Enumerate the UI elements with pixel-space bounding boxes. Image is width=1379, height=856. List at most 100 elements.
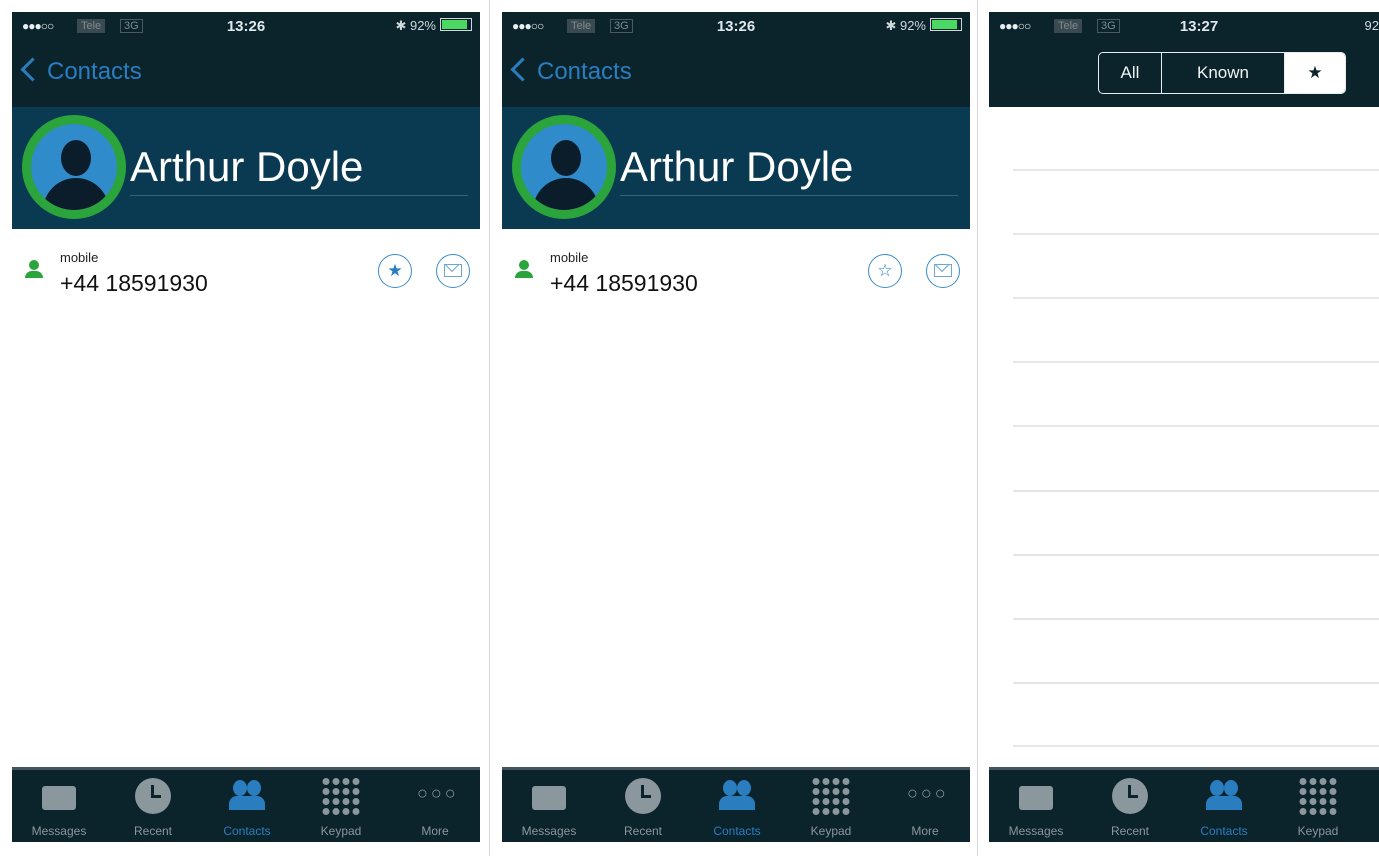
envelope-icon: [444, 264, 462, 277]
envelope-icon: [532, 786, 566, 810]
tab-contacts[interactable]: Contacts: [1177, 770, 1271, 842]
person-icon: [24, 260, 44, 280]
screen-favorite-on: ●●●○○ Tele 3G 13:26 ✱ 92% Contacts Arthu…: [0, 0, 490, 856]
envelope-icon: [42, 786, 76, 810]
tab-recent[interactable]: Recent: [1083, 770, 1177, 842]
envelope-icon: [1019, 786, 1053, 810]
envelope-icon: [934, 264, 952, 277]
list-separator: [1013, 745, 1379, 747]
back-button[interactable]: Contacts: [510, 57, 632, 86]
tab-recent[interactable]: Recent: [596, 770, 690, 842]
contacts-icon: [719, 778, 755, 814]
nav-bar: ●●●○○ Tele 3G 13:26 ✱ 92% Contacts: [502, 12, 970, 107]
more-icon: ○○○: [907, 783, 949, 803]
name-underline: [620, 195, 958, 196]
phone-screen: ●●●○○ Tele 3G 13:27 92 All Known ★ Messa…: [989, 12, 1379, 842]
list-separator: [1013, 490, 1379, 492]
person-icon: [514, 260, 534, 280]
tab-messages[interactable]: Messages: [989, 770, 1083, 842]
phone-screen: ●●●○○ Tele 3G 13:26 ✱ 92% Contacts Arthu…: [12, 12, 480, 842]
filter-all[interactable]: All: [1099, 53, 1162, 93]
tab-label: Recent: [133, 824, 173, 838]
tab-messages[interactable]: Messages: [12, 770, 106, 842]
battery-percent: 92: [1364, 18, 1379, 33]
tab-label: Messages: [1008, 824, 1064, 838]
screen-favorite-off: ●●●○○ Tele 3G 13:26 ✱ 92% Contacts Arthu…: [490, 0, 978, 856]
list-separator: [1013, 169, 1379, 171]
tab-more[interactable]: ○○○ More: [388, 770, 480, 842]
nav-bar: ●●●○○ Tele 3G 13:27 92 All Known ★: [989, 12, 1379, 107]
tab-messages[interactable]: Messages: [502, 770, 596, 842]
tab-more[interactable]: ○○○ More: [878, 770, 970, 842]
list-separator: [1013, 425, 1379, 427]
tab-label: More: [421, 824, 449, 838]
battery-percent: 92%: [409, 18, 436, 33]
tab-label: Recent: [623, 824, 663, 838]
more-icon: ○○○: [417, 783, 459, 803]
chevron-left-icon: [20, 57, 45, 82]
tab-label: Recent: [1110, 824, 1150, 838]
favorite-button[interactable]: ☆: [868, 254, 902, 288]
contact-filter-segmented-control: All Known ★: [1098, 52, 1346, 94]
contacts-icon: [229, 778, 265, 814]
star-outline-icon: ☆: [877, 261, 893, 280]
filter-favorites-star-icon[interactable]: ★: [1285, 53, 1345, 93]
tab-label: Keypad: [810, 824, 852, 838]
name-underline: [130, 195, 468, 196]
filter-known[interactable]: Known: [1162, 53, 1285, 93]
tab-bar: Messages Recent Contacts Keypad: [989, 767, 1379, 842]
clock-icon: [1112, 778, 1148, 814]
phone-number-row[interactable]: mobile +44 18591930 ★: [12, 238, 480, 298]
back-button[interactable]: Contacts: [20, 57, 142, 86]
bluetooth-icon: ✱: [885, 18, 897, 33]
tab-keypad[interactable]: Keypad: [294, 770, 388, 842]
tab-contacts[interactable]: Contacts: [200, 770, 294, 842]
contacts-icon: [1206, 778, 1242, 814]
bluetooth-icon: ✱: [395, 18, 407, 33]
tab-bar: Messages Recent Contacts Keypad ○○○ More: [12, 767, 480, 842]
list-separator: [1013, 554, 1379, 556]
battery-status: ✱ 92%: [885, 18, 962, 34]
favorite-button[interactable]: ★: [378, 254, 412, 288]
number-type-label: mobile: [60, 250, 99, 265]
tab-keypad[interactable]: Keypad: [784, 770, 878, 842]
status-time: 13:27: [1179, 18, 1219, 35]
tab-keypad[interactable]: Keypad: [1271, 770, 1365, 842]
number-type-label: mobile: [550, 250, 589, 265]
list-separator: [1013, 297, 1379, 299]
list-separator: [1013, 361, 1379, 363]
tab-label: Messages: [521, 824, 577, 838]
nav-bar: ●●●○○ Tele 3G 13:26 ✱ 92% Contacts: [12, 12, 480, 107]
message-button[interactable]: [436, 254, 470, 288]
star-filled-icon: ★: [387, 261, 403, 280]
contact-name: Arthur Doyle: [130, 143, 364, 190]
back-label: Contacts: [537, 58, 632, 85]
avatar[interactable]: [512, 115, 616, 219]
tab-label: More: [911, 824, 939, 838]
back-label: Contacts: [47, 58, 142, 85]
list-separator: [1013, 682, 1379, 684]
tab-label: Contacts: [1200, 824, 1248, 838]
tab-contacts[interactable]: Contacts: [690, 770, 784, 842]
keypad-icon: [322, 778, 360, 815]
list-separator: [1013, 233, 1379, 235]
contact-header: Arthur Doyle: [12, 107, 480, 229]
status-bar: ●●●○○ Tele 3G 13:26 ✱ 92%: [12, 12, 480, 46]
contact-header: Arthur Doyle: [502, 107, 970, 229]
phone-number: +44 18591930: [550, 270, 698, 296]
chevron-left-icon: [510, 57, 535, 82]
tab-label: Contacts: [223, 824, 271, 838]
avatar[interactable]: [22, 115, 126, 219]
phone-number-row[interactable]: mobile +44 18591930 ☆: [502, 238, 970, 298]
screen-contact-list-favorites: ●●●○○ Tele 3G 13:27 92 All Known ★ Messa…: [978, 0, 1379, 856]
tab-label: Messages: [31, 824, 87, 838]
battery-percent: 92%: [899, 18, 926, 33]
message-button[interactable]: [926, 254, 960, 288]
status-bar: ●●●○○ Tele 3G 13:26 ✱ 92%: [502, 12, 970, 46]
tab-label: Keypad: [1297, 824, 1339, 838]
battery-icon: [930, 18, 962, 31]
status-bar: ●●●○○ Tele 3G 13:27 92: [989, 12, 1379, 46]
tab-recent[interactable]: Recent: [106, 770, 200, 842]
tab-label: Contacts: [713, 824, 761, 838]
battery-status: ✱ 92%: [395, 18, 472, 34]
